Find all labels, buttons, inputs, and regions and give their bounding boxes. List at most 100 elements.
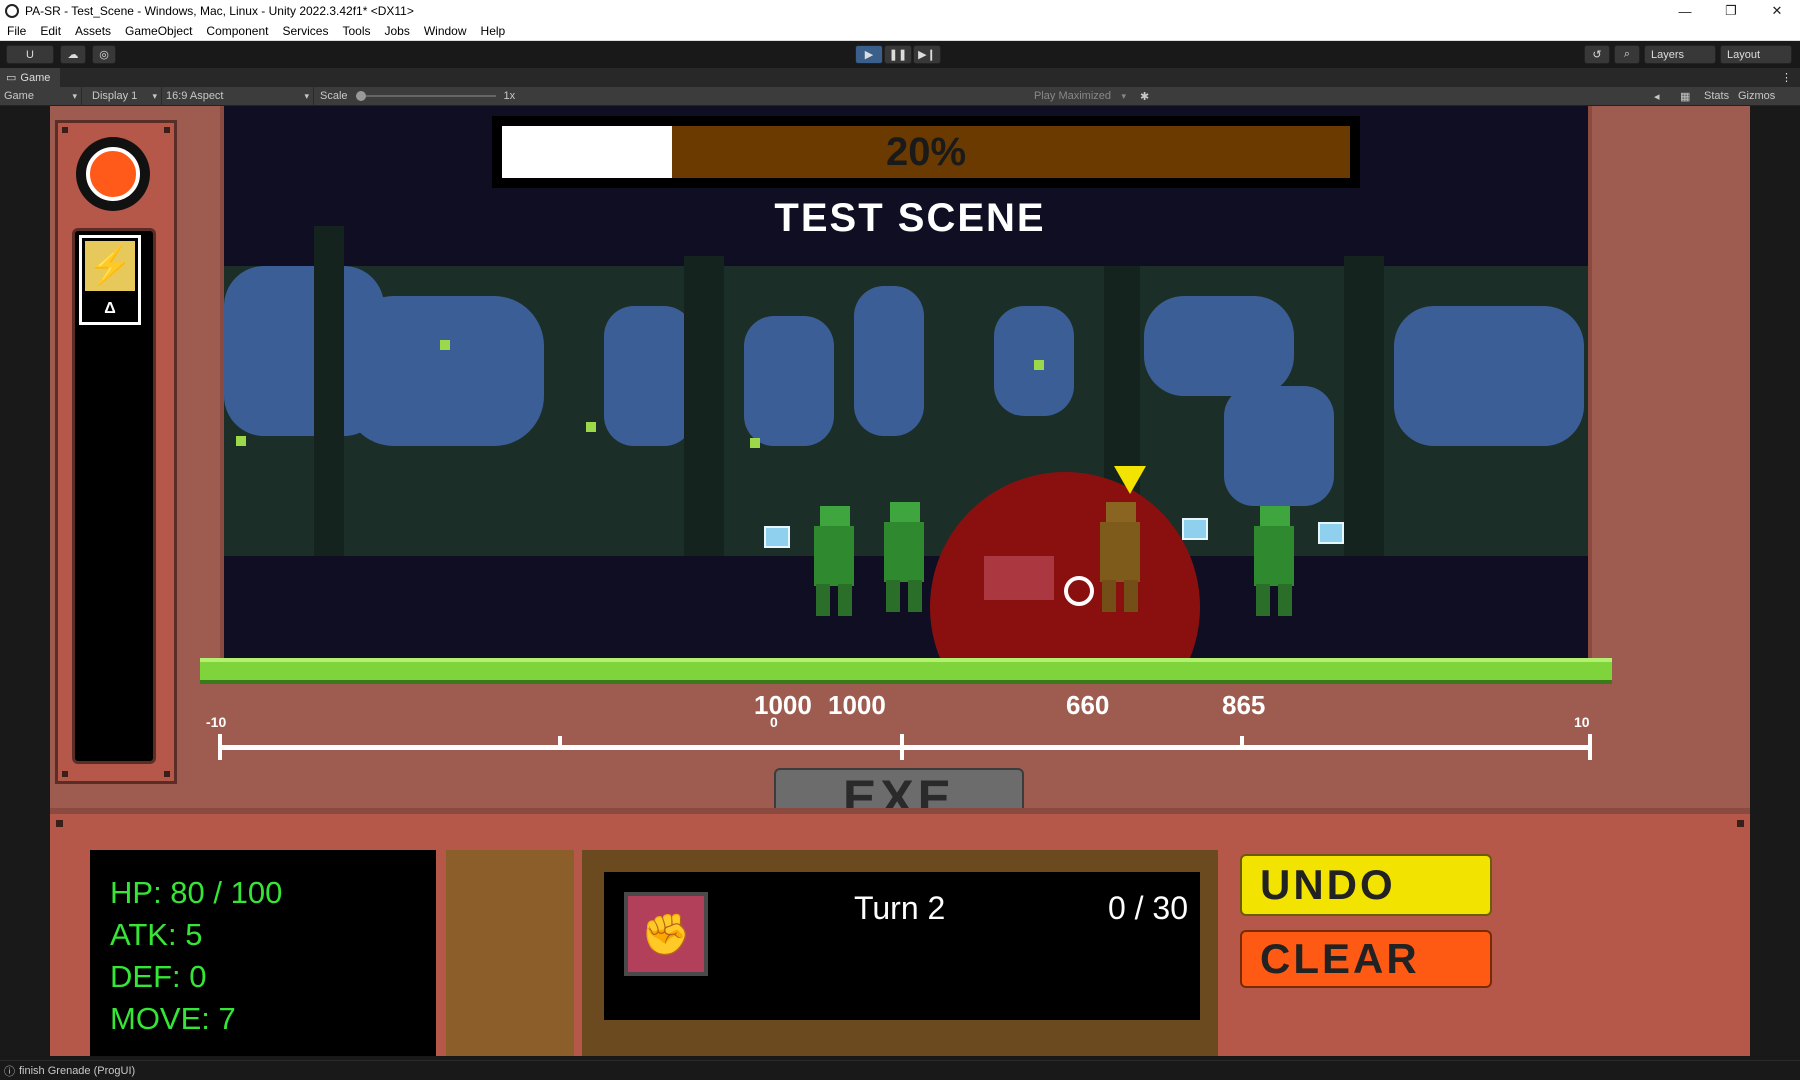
maximize-button[interactable]: ❐: [1708, 0, 1754, 22]
gizmos-dropdown[interactable]: Gizmos: [1738, 90, 1775, 102]
enemy-orc[interactable]: [804, 506, 864, 616]
game-viewport[interactable]: ⚡ Δ 20% TEST SCENE 1000 1000 660 865 -10…: [20, 106, 1780, 1056]
rivet: [56, 820, 63, 827]
undo-button[interactable]: UNDO: [1240, 854, 1492, 916]
axis-tick: [900, 734, 904, 760]
menu-assets[interactable]: Assets: [68, 24, 118, 38]
progress-track: 20%: [502, 126, 1350, 178]
menu-file[interactable]: File: [0, 24, 33, 38]
close-button[interactable]: ✕: [1754, 0, 1800, 22]
display-dropdown[interactable]: Display 1: [82, 86, 162, 106]
menu-edit[interactable]: Edit: [33, 24, 68, 38]
clear-button[interactable]: CLEAR: [1240, 930, 1492, 988]
player-character[interactable]: [984, 556, 1054, 600]
minimize-button[interactable]: —: [1662, 0, 1708, 22]
play-maximized-dropdown[interactable]: Play Maximized: [1030, 87, 1130, 106]
crosshair-icon: [1064, 576, 1094, 606]
scene-title: TEST SCENE: [774, 196, 1046, 240]
menu-help[interactable]: Help: [474, 24, 513, 38]
axis-tick: [1240, 736, 1244, 750]
status-message[interactable]: finish Grenade (ProgUI): [19, 1065, 135, 1077]
tree-canopy: [344, 296, 544, 446]
tab-game[interactable]: ▭ Game: [0, 68, 61, 87]
menu-tools[interactable]: Tools: [335, 24, 377, 38]
aspect-dropdown[interactable]: 16:9 Aspect: [162, 86, 314, 106]
play-controls: ▶ ❚❚ ▶❙: [855, 45, 941, 64]
enemy-hp-label: 1000: [754, 690, 812, 720]
battle-scene: 20% TEST SCENE: [220, 106, 1592, 668]
axis-tick: [1588, 734, 1592, 760]
cloud-icon[interactable]: ☁: [60, 45, 86, 64]
fist-card-icon[interactable]: ✊: [624, 892, 708, 976]
bottom-panel: HP: 80 / 100 ATK: 5 DEF: 0 MOVE: 7 ✊ Tur…: [50, 808, 1750, 1056]
progress-label: 20%: [885, 130, 967, 174]
view-mode-dropdown[interactable]: Game: [0, 86, 82, 106]
account-label: U: [26, 48, 34, 61]
tree-canopy: [744, 316, 834, 446]
card-panel: ✊ Turn 2 0 / 30: [582, 850, 1218, 1056]
ground-platform: [200, 658, 1612, 684]
tree-canopy: [614, 316, 684, 436]
game-tab-bar: ▭ Game ⋮: [0, 68, 1800, 87]
enemy-orc[interactable]: [874, 502, 934, 612]
collab-icon[interactable]: ◎: [92, 45, 116, 64]
rivet: [62, 127, 68, 133]
enemy-orc-targeted[interactable]: [1090, 502, 1150, 612]
game-view-toolbar: Game Display 1 16:9 Aspect Scale 1x Play…: [0, 86, 1800, 106]
menu-services[interactable]: Services: [275, 24, 335, 38]
axis-tick: [558, 736, 562, 750]
lightning-icon: ⚡: [85, 241, 135, 291]
enemy-hp-label: 865: [1222, 690, 1266, 720]
layers-label: Layers: [1651, 48, 1685, 61]
tree-trunk: [684, 256, 724, 556]
menu-component[interactable]: Component: [199, 24, 275, 38]
rivet: [164, 771, 170, 777]
axe-icon: [1318, 522, 1344, 544]
rivet: [164, 127, 170, 133]
bug-icon[interactable]: ✱: [1140, 90, 1149, 103]
stat-def: DEF: 0: [110, 959, 207, 994]
tree-canopy: [854, 286, 924, 436]
energy-bar: ⚡ Δ: [72, 228, 156, 764]
window-title-bar: PA-SR - Test_Scene - Windows, Mac, Linux…: [0, 0, 1800, 22]
pause-button[interactable]: ❚❚: [884, 45, 912, 64]
firefly: [750, 438, 760, 448]
enemy-orc[interactable]: [1244, 506, 1304, 616]
firefly: [236, 436, 246, 446]
menu-jobs[interactable]: Jobs: [377, 24, 416, 38]
stat-move: MOVE: 7: [110, 1001, 236, 1036]
status-bar: ⓘ finish Grenade (ProgUI): [0, 1060, 1800, 1080]
step-button[interactable]: ▶❙: [913, 45, 941, 64]
menu-bar: File Edit Assets GameObject Component Se…: [0, 22, 1800, 41]
layers-dropdown[interactable]: Layers: [1644, 45, 1716, 64]
view-mode-label: Game: [4, 90, 34, 102]
energy-slot[interactable]: ⚡ Δ: [79, 235, 141, 325]
play-maximized-label: Play Maximized: [1034, 90, 1112, 102]
position-axis: [220, 745, 1592, 750]
menu-gameobject[interactable]: GameObject: [118, 24, 199, 38]
progress-bar: 20%: [492, 116, 1360, 188]
game-screen: ⚡ Δ 20% TEST SCENE 1000 1000 660 865 -10…: [50, 106, 1750, 1056]
search-icon[interactable]: ⌕: [1614, 45, 1640, 64]
stats-toggle[interactable]: Stats: [1704, 90, 1729, 102]
grid-icon[interactable]: ▦: [1680, 90, 1690, 103]
play-button[interactable]: ▶: [855, 45, 883, 64]
item-slot[interactable]: [446, 850, 574, 1056]
tree-canopy: [1394, 306, 1584, 446]
account-dropdown[interactable]: U: [6, 45, 54, 64]
audio-mute-icon[interactable]: ◂: [1654, 90, 1660, 103]
gamepad-icon: ▭: [6, 72, 17, 84]
character-portrait-icon[interactable]: [76, 137, 150, 211]
firefly: [1034, 360, 1044, 370]
stats-panel: HP: 80 / 100 ATK: 5 DEF: 0 MOVE: 7: [90, 850, 436, 1056]
history-icon[interactable]: ↺: [1584, 45, 1610, 64]
scale-slider[interactable]: [355, 91, 496, 101]
scale-label: Scale: [320, 90, 348, 102]
more-options-icon[interactable]: ⋮: [1781, 71, 1792, 84]
info-icon: ⓘ: [4, 1065, 15, 1078]
layout-dropdown[interactable]: Layout: [1720, 45, 1792, 64]
window-title: PA-SR - Test_Scene - Windows, Mac, Linux…: [25, 4, 414, 18]
delta-icon: Δ: [104, 300, 116, 317]
menu-window[interactable]: Window: [417, 24, 474, 38]
scale-slider-handle[interactable]: [355, 91, 366, 101]
